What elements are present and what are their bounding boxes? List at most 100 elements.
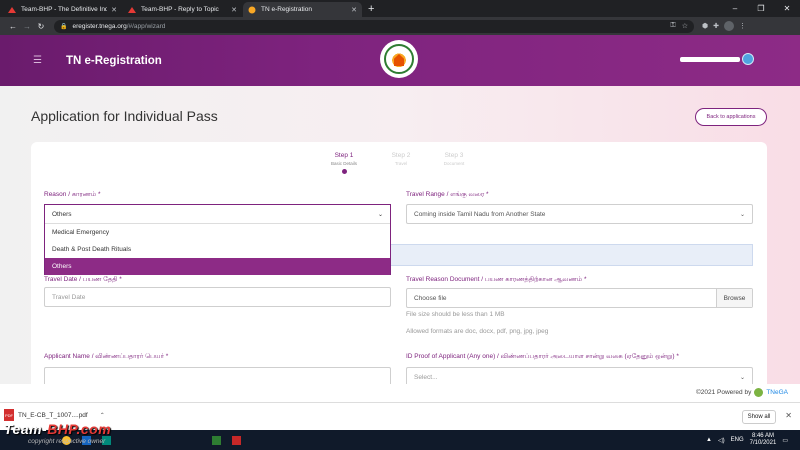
teambhp-favicon-icon xyxy=(128,6,136,14)
back-arrow-icon[interactable]: ← xyxy=(6,22,20,31)
star-icon[interactable]: ☆ xyxy=(682,22,688,30)
close-icon[interactable]: ✕ xyxy=(111,6,117,14)
watermark-suffix: .com xyxy=(76,421,112,437)
hamburger-icon[interactable]: ☰ xyxy=(33,55,42,66)
excel-icon[interactable] xyxy=(206,430,226,450)
travel-range-label: Travel Range / எங்கு வரை * xyxy=(406,191,489,198)
puzzle-icon[interactable]: ✚ xyxy=(713,22,719,30)
show-all-button[interactable]: Show all xyxy=(742,410,776,424)
step-dot xyxy=(341,169,347,174)
step-name: Step 3 xyxy=(444,152,464,159)
teambhp-watermark: Team-BHP.com xyxy=(4,421,111,437)
extension-icon[interactable]: ⬢ xyxy=(702,22,708,30)
user-avatar[interactable] xyxy=(742,53,754,65)
chevron-up-icon[interactable]: ⌃ xyxy=(100,412,105,419)
reason-option-medical[interactable]: Medical Emergency xyxy=(45,224,390,241)
step-subtitle: Basic Details xyxy=(330,161,357,166)
url-host: eregister.tnega.org xyxy=(72,22,127,30)
app-brand: TN e-Registration xyxy=(65,54,162,67)
tab-title: Team-BHP - Reply to Topic xyxy=(141,6,219,13)
acrobat-icon[interactable] xyxy=(226,430,246,450)
file-format-hint: Allowed formats are doc, docx, pdf, png,… xyxy=(406,328,549,335)
user-name-redacted xyxy=(680,57,740,62)
tnega-link[interactable]: TNeGA xyxy=(766,389,788,396)
reason-option-death-rituals[interactable]: Death & Post Death Rituals xyxy=(45,241,390,258)
travel-reason-document-label: Travel Reason Document / பயண காரணத்திற்க… xyxy=(406,276,587,283)
language-indicator[interactable]: ENG xyxy=(731,437,744,443)
windows-taskbar: ▲ ◁) ENG 8:46 AM 7/10/2021 ▭ xyxy=(0,430,800,450)
step-subtitle: Document xyxy=(443,161,465,166)
page-footer: ©2021 Powered by TNeGA xyxy=(0,384,800,402)
url-path: /#/app/wizard xyxy=(126,22,166,30)
profile-avatar[interactable] xyxy=(724,21,734,31)
tn-emblem-favicon-icon xyxy=(248,6,256,14)
window-controls: – ❐ ✕ xyxy=(722,0,800,17)
key-icon[interactable]: ⚿ xyxy=(670,22,675,30)
chevron-down-icon: ⌄ xyxy=(377,211,383,218)
browser-tab-1[interactable]: Team-BHP - The Definitive Indian ✕ xyxy=(3,2,122,17)
id-proof-placeholder: Select... xyxy=(414,373,438,381)
browser-tab-strip: Team-BHP - The Definitive Indian ✕ Team-… xyxy=(0,0,800,17)
wizard-step-2[interactable]: Step 2 Travel xyxy=(376,152,426,166)
tn-emblem-logo xyxy=(380,40,418,78)
wizard-step-1[interactable]: Step 1 Basic Details xyxy=(319,152,369,174)
notification-icon[interactable]: ▭ xyxy=(782,437,788,444)
volume-icon[interactable]: ◁) xyxy=(718,437,725,444)
more-menu-icon[interactable]: ⋮ xyxy=(739,22,746,30)
reload-icon[interactable]: ↻ xyxy=(34,22,48,31)
step-name: Step 1 xyxy=(334,152,354,159)
clock[interactable]: 8:46 AM 7/10/2021 xyxy=(750,433,777,447)
download-filename: TN_E-CB_T_1007....pdf xyxy=(18,411,88,419)
close-window-icon[interactable]: ✕ xyxy=(774,4,800,13)
maximize-icon[interactable]: ❐ xyxy=(748,4,774,13)
file-size-hint: File size should be less than 1 MB xyxy=(406,311,505,318)
close-icon[interactable]: ✕ xyxy=(351,6,357,14)
address-bar[interactable]: 🔒 eregister.tnega.org /#/app/wizard ⚿ ☆ xyxy=(54,19,694,33)
reason-label: Reason / காரணம் * xyxy=(44,191,101,198)
clock-time: 8:46 AM xyxy=(751,433,774,439)
choose-file-placeholder: Choose file xyxy=(414,294,447,302)
reason-option-others[interactable]: Others xyxy=(45,258,390,275)
tnega-logo-icon xyxy=(754,388,764,397)
page-title: Application for Individual Pass xyxy=(31,108,218,124)
minimize-icon[interactable]: – xyxy=(722,4,748,13)
travel-date-label: Travel Date / பயண தேதி * xyxy=(44,276,122,283)
watermark-red: BHP xyxy=(47,421,77,437)
travel-date-input[interactable]: Travel Date xyxy=(44,287,391,307)
chevron-down-icon: ⌄ xyxy=(739,374,745,381)
close-icon[interactable]: ✕ xyxy=(785,411,792,420)
teambhp-favicon-icon xyxy=(8,6,16,14)
back-to-applications-button[interactable]: Back to applications xyxy=(695,108,767,126)
extensions-area: ⬢ ✚ ⋮ xyxy=(702,21,746,31)
wizard-step-3[interactable]: Step 3 Document xyxy=(429,152,479,166)
travel-range-value: Coming inside Tamil Nadu from Another St… xyxy=(414,210,546,218)
app-header: ☰ TN e-Registration xyxy=(0,35,800,86)
lock-icon[interactable]: 🔒 xyxy=(60,23,67,30)
clock-date: 7/10/2021 xyxy=(749,440,777,446)
copyright-text: ©2021 Powered by xyxy=(695,389,752,396)
browser-tab-2[interactable]: Team-BHP - Reply to Topic ✕ xyxy=(123,2,242,17)
reason-dropdown[interactable]: Others ⌄ Medical Emergency Death & Post … xyxy=(44,204,391,275)
step-name: Step 2 xyxy=(391,152,411,159)
close-icon[interactable]: ✕ xyxy=(231,6,237,14)
powered-by: ©2021 Powered by TNeGA xyxy=(696,388,788,397)
tab-title: Team-BHP - The Definitive Indian xyxy=(21,6,108,13)
browser-tab-3[interactable]: TN e-Registration ✕ xyxy=(243,2,362,17)
system-tray: ▲ ◁) ENG 8:46 AM 7/10/2021 ▭ xyxy=(706,430,788,450)
pdf-icon: PDF xyxy=(4,409,14,421)
step-subtitle: Travel xyxy=(394,161,408,166)
reason-select[interactable]: Others ⌄ xyxy=(45,205,390,224)
browse-button[interactable]: Browse xyxy=(716,289,752,307)
id-proof-label: ID Proof of Applicant (Any one) / விண்ணப… xyxy=(406,353,679,360)
travel-reason-file-input[interactable]: Choose file Browse xyxy=(406,288,753,308)
download-bar: PDF TN_E-CB_T_1007....pdf ⌃ Show all ✕ xyxy=(0,402,800,430)
download-item[interactable]: PDF TN_E-CB_T_1007....pdf ⌃ xyxy=(4,409,105,421)
tab-title: TN e-Registration xyxy=(261,6,312,13)
plus-icon[interactable]: + xyxy=(368,2,374,17)
forward-arrow-icon[interactable]: → xyxy=(20,22,34,31)
travel-date-placeholder: Travel Date xyxy=(52,293,86,301)
browser-toolbar: ← → ↻ 🔒 eregister.tnega.org /#/app/wizar… xyxy=(0,17,800,35)
watermark-white: Team- xyxy=(4,421,48,437)
network-icon[interactable]: ▲ xyxy=(706,437,712,443)
travel-range-select[interactable]: Coming inside Tamil Nadu from Another St… xyxy=(406,204,753,224)
